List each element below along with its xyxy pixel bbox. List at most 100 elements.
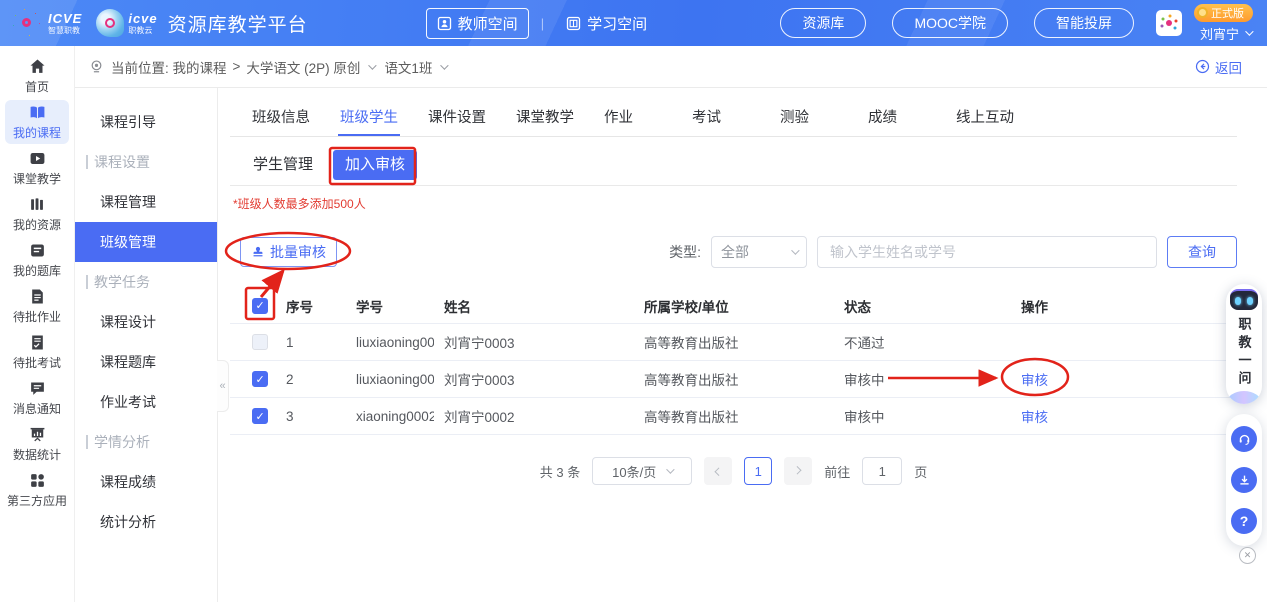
sidebar-item-homework[interactable]: 待批作业	[5, 284, 69, 328]
submenu-item[interactable]: 课程设计	[75, 302, 217, 342]
submenu-item[interactable]: 统计分析	[75, 502, 217, 542]
next-page-button[interactable]	[784, 457, 812, 485]
nav-learning-space[interactable]: 学习空间	[556, 9, 657, 38]
ai-assistant-widget[interactable]: 职教一问	[1226, 284, 1262, 404]
chevron-down-icon	[791, 246, 799, 254]
type-select[interactable]: 全部	[711, 236, 807, 268]
download-button[interactable]	[1231, 467, 1257, 493]
prev-page-button[interactable]	[704, 457, 732, 485]
tab-item[interactable]: 课堂教学	[514, 100, 602, 136]
row-no: 3	[276, 409, 346, 424]
breadcrumb-course[interactable]: 大学语文 (2P) 原创	[246, 57, 360, 77]
teacher-space-icon	[437, 16, 452, 31]
space-switcher: 教师空间|学习空间	[426, 8, 657, 39]
user-menu[interactable]: 刘宵宁	[1194, 24, 1251, 43]
column-header: 状态	[834, 296, 1011, 316]
row-checkbox[interactable]	[252, 334, 268, 350]
query-button[interactable]: 查询	[1167, 236, 1237, 268]
user-block: 正式版 刘宵宁	[1194, 4, 1253, 43]
sidebar-item-question-bank[interactable]: 我的题库	[5, 238, 69, 282]
top-header: ICVE 智慧职教 icve 职教云 资源库教学平台 教师空间|学习空间 资源库…	[0, 0, 1267, 46]
batch-review-button[interactable]: 批量审核	[240, 237, 337, 267]
student-search-input[interactable]	[817, 236, 1157, 268]
table-row: 1liuxiaoning0003刘宵宁0003高等教育出版社不通过	[230, 324, 1237, 361]
sidebar-item-home[interactable]: 首页	[5, 54, 69, 98]
medal-icon	[1197, 7, 1208, 18]
support-button[interactable]	[1231, 426, 1257, 452]
chevron-left-icon	[715, 467, 723, 475]
tab-item[interactable]: 课件设置	[426, 100, 514, 136]
tab-active[interactable]: 班级学生	[338, 100, 426, 136]
username: 刘宵宁	[1200, 24, 1239, 43]
student-id: xiaoning0002	[346, 409, 434, 424]
collapse-sidebar-handle[interactable]: «	[217, 360, 229, 412]
tab-item[interactable]: 班级信息	[250, 100, 338, 136]
sidebar-item-message[interactable]: 消息通知	[5, 376, 69, 420]
sidebar-item-resource[interactable]: 我的资源	[5, 192, 69, 236]
tab-label: 班级学生	[338, 106, 400, 136]
logo1-subtitle: 智慧职教	[48, 27, 82, 35]
row-no: 2	[276, 372, 346, 387]
breadcrumb-class[interactable]: 语文1班	[384, 57, 432, 77]
quick-link-pill[interactable]: 智能投屏	[1034, 8, 1134, 38]
select-all-checkbox[interactable]	[252, 298, 268, 314]
class-tabs: 班级信息班级学生课件设置课堂教学作业 考试 测验成绩线上互动	[230, 100, 1237, 137]
logo1-title: ICVE	[48, 12, 82, 25]
status: 审核中	[834, 369, 1011, 389]
quick-link-pill[interactable]: MOOC学院	[892, 8, 1008, 38]
chevron-down-icon[interactable]	[369, 61, 377, 69]
quick-link-pill[interactable]: 资源库	[780, 8, 866, 38]
logo2-text: icve 职教云	[128, 12, 157, 35]
page: { "colors": { "accent": "#4a6cf3", "head…	[0, 0, 1267, 602]
sidebar-item-classroom[interactable]: 课堂教学	[5, 146, 69, 190]
review-table: 序号学号姓名所属学校/单位状态操作 1liuxiaoning0003刘宵宁000…	[230, 288, 1237, 435]
submenu-item[interactable]: 课程管理	[75, 182, 217, 222]
sidebar-item-exam[interactable]: 待批考试	[5, 330, 69, 374]
logo2-subtitle: 职教云	[128, 27, 157, 35]
tab-label: 作业	[602, 106, 635, 136]
tab-item[interactable]: 线上互动	[954, 100, 1042, 136]
status: 审核中	[834, 406, 1011, 426]
version-badge-label: 正式版	[1211, 5, 1244, 21]
sidebar-item-label: 我的资源	[13, 216, 61, 233]
tab-item[interactable]: 成绩	[866, 100, 954, 136]
tab-label: 考试	[690, 106, 723, 136]
close-floating-button[interactable]: ✕	[1239, 547, 1256, 564]
student-name: 刘宵宁0002	[434, 406, 634, 426]
user-app-logo-icon[interactable]	[1156, 10, 1182, 36]
page-size-select[interactable]: 10条/页	[592, 457, 692, 485]
subtab-item[interactable]: 学生管理	[253, 150, 309, 180]
tab-item[interactable]: 测验	[778, 100, 866, 136]
pagination: 共 3 条 10条/页 1 前往 页	[230, 457, 1237, 485]
submenu-item[interactable]: 课程引导	[75, 102, 217, 142]
sidebar-item-statistics[interactable]: 数据统计	[5, 422, 69, 466]
home-icon	[29, 58, 46, 75]
nav-teacher-space[interactable]: 教师空间	[426, 8, 529, 39]
breadcrumb-label: 当前位置:	[111, 57, 169, 77]
review-action-link[interactable]: 审核	[1021, 373, 1048, 388]
breadcrumb-root[interactable]: 我的课程	[173, 57, 227, 77]
help-button[interactable]: ?	[1231, 508, 1257, 534]
submenu-item[interactable]: 作业考试	[75, 382, 217, 422]
tab-item[interactable]: 作业	[602, 100, 690, 136]
review-action-link[interactable]: 审核	[1021, 410, 1048, 425]
back-button[interactable]: 返回	[1195, 57, 1242, 77]
action-cell: 审核	[1011, 406, 1237, 426]
submenu-item[interactable]: 班级管理	[75, 222, 217, 262]
chevron-down-icon[interactable]	[441, 61, 449, 69]
message-icon	[29, 380, 46, 397]
sidebar-item-apps[interactable]: 第三方应用	[5, 468, 69, 512]
page-number-current[interactable]: 1	[744, 457, 772, 485]
submenu-item[interactable]: 课程成绩	[75, 462, 217, 502]
sidebar-item-course[interactable]: 我的课程	[5, 100, 69, 144]
back-label: 返回	[1215, 57, 1242, 77]
goto-page-input[interactable]	[862, 457, 902, 485]
tab-item[interactable]: 考试	[690, 100, 778, 136]
type-select-value: 全部	[721, 242, 749, 262]
submenu-item[interactable]: 课程题库	[75, 342, 217, 382]
row-checkbox[interactable]	[252, 408, 268, 424]
quick-links: 资源库 MOOC学院智能投屏	[754, 8, 1134, 38]
subtab-active[interactable]: 加入审核	[333, 150, 417, 180]
tab-label: 线上互动	[954, 106, 1016, 136]
row-checkbox[interactable]	[252, 371, 268, 387]
